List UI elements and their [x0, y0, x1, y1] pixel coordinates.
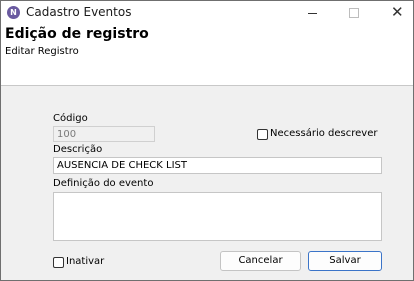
necessario-label: Necessário descrever [270, 128, 378, 139]
dialog-window: N Cadastro Eventos ✕ Edição de registro … [0, 0, 414, 281]
maximize-icon [349, 8, 359, 18]
page-subtitle: Editar Registro [5, 46, 79, 57]
codigo-label: Código [53, 113, 88, 124]
page-title: Edição de registro [5, 26, 149, 42]
close-icon: ✕ [391, 3, 404, 21]
descricao-label: Descrição [53, 144, 103, 155]
window-title: Cadastro Eventos [26, 5, 132, 19]
codigo-field: 100 [53, 126, 155, 142]
definicao-label: Definição do evento [53, 178, 154, 189]
app-icon: N [7, 6, 20, 19]
inativar-checkbox[interactable] [53, 257, 64, 268]
cancel-button[interactable]: Cancelar [220, 251, 301, 271]
title-bar: N Cadastro Eventos ✕ [1, 1, 413, 25]
save-button[interactable]: Salvar [308, 251, 382, 271]
inativar-label: Inativar [66, 256, 105, 267]
minimize-icon [308, 13, 317, 14]
necessario-checkbox[interactable] [257, 129, 268, 140]
header-panel: Edição de registro Editar Registro [1, 25, 413, 86]
descricao-field[interactable]: AUSENCIA DE CHECK LIST [53, 157, 382, 174]
maximize-button[interactable] [339, 1, 369, 25]
definicao-textarea[interactable] [53, 192, 382, 241]
minimize-button[interactable] [297, 1, 327, 25]
close-button[interactable]: ✕ [382, 1, 412, 25]
